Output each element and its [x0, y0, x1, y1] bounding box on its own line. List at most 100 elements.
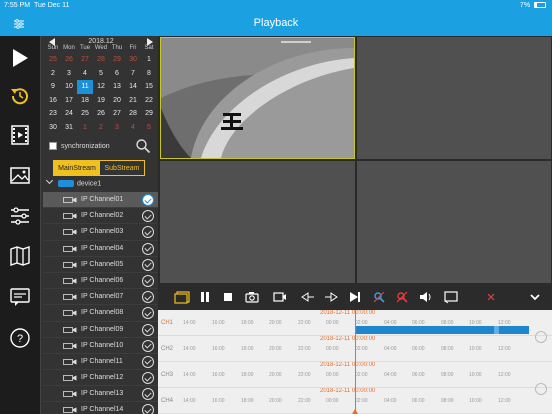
calendar-day[interactable]: 25	[45, 53, 61, 67]
video-pane-1[interactable]	[160, 37, 355, 159]
settings-sliders-icon[interactable]	[8, 204, 32, 228]
calendar-day[interactable]: 11	[77, 80, 93, 94]
channel-item[interactable]: IP Channel10	[43, 338, 158, 354]
calendar-day[interactable]: 27	[109, 107, 125, 121]
live-play-icon[interactable]	[8, 46, 32, 70]
channel-item[interactable]: IP Channel03	[43, 224, 158, 241]
channel-item[interactable]: IP Channel11	[43, 354, 158, 371]
synchronization-checkbox[interactable]	[49, 142, 57, 150]
calendar-day[interactable]: 3	[109, 121, 125, 135]
channel-item[interactable]: IP Channel04	[43, 241, 158, 257]
channel-item[interactable]: IP Channel09	[43, 322, 158, 338]
check-circle-icon[interactable]	[142, 291, 154, 304]
snapshot-icon[interactable]	[245, 290, 259, 304]
channel-item[interactable]: IP Channel02	[43, 208, 158, 225]
calendar-day[interactable]: 26	[61, 53, 77, 67]
check-circle-icon[interactable]	[142, 388, 154, 401]
calendar-day[interactable]: 9	[45, 80, 61, 94]
video-pane-3[interactable]	[160, 161, 355, 283]
folder-icon[interactable]	[174, 290, 190, 304]
check-circle-icon[interactable]	[142, 307, 154, 320]
calendar-day[interactable]: 1	[77, 121, 93, 135]
main-stream-button[interactable]: MainStream	[54, 161, 100, 175]
calendar-day[interactable]: 6	[109, 67, 125, 81]
calendar-day[interactable]: 10	[61, 80, 77, 94]
synchronization-toggle[interactable]: synchronization	[49, 142, 110, 150]
mute-icon[interactable]	[395, 290, 409, 304]
check-circle-icon[interactable]	[142, 404, 154, 414]
recording-segment[interactable]	[499, 326, 529, 334]
sub-stream-button[interactable]: SubStream	[100, 161, 144, 175]
check-circle-icon[interactable]	[142, 194, 154, 206]
channel-item[interactable]: IP Channel12	[43, 370, 158, 387]
forward-icon[interactable]	[324, 290, 338, 304]
calendar-day[interactable]: 28	[93, 53, 109, 67]
map-icon[interactable]	[8, 244, 32, 268]
calendar-day[interactable]: 30	[125, 53, 141, 67]
stop-icon[interactable]	[221, 290, 235, 304]
calendar-day[interactable]: 29	[109, 53, 125, 67]
calendar-day[interactable]: 5	[141, 121, 157, 135]
calendar-day[interactable]: 4	[125, 121, 141, 135]
calendar-day[interactable]: 23	[45, 107, 61, 121]
calendar-day[interactable]: 25	[77, 107, 93, 121]
channel-item[interactable]: IP Channel07	[43, 289, 158, 306]
calendar-day[interactable]: 22	[141, 94, 157, 108]
channel-item[interactable]: IP Channel05	[43, 257, 158, 273]
video-pane-4[interactable]	[357, 161, 551, 283]
calendar-day[interactable]: 27	[77, 53, 93, 67]
calendar-day[interactable]: 29	[141, 107, 157, 121]
recording-segment[interactable]	[356, 326, 496, 334]
calendar-day[interactable]: 2	[93, 121, 109, 135]
channel-item[interactable]: IP Channel01	[43, 192, 158, 209]
check-circle-icon[interactable]	[142, 372, 154, 385]
zoom-out-icon[interactable]	[535, 383, 547, 395]
calendar-day[interactable]: 1	[141, 53, 157, 67]
pause-icon[interactable]	[198, 290, 212, 304]
volume-icon[interactable]	[419, 290, 433, 304]
calendar-day[interactable]: 18	[77, 94, 93, 108]
chevron-down-icon[interactable]	[45, 177, 54, 185]
record-icon[interactable]	[273, 290, 287, 304]
calendar-day[interactable]: 14	[125, 80, 141, 94]
channel-item[interactable]: IP Channel06	[43, 273, 158, 290]
search-icon[interactable]	[135, 138, 151, 154]
rewind-icon[interactable]	[301, 290, 315, 304]
help-icon[interactable]: ?	[8, 326, 32, 350]
calendar-day[interactable]: 13	[109, 80, 125, 94]
calendar-day[interactable]: 15	[141, 80, 157, 94]
check-circle-icon[interactable]	[142, 274, 154, 287]
calendar-day[interactable]: 20	[109, 94, 125, 108]
calendar-day[interactable]: 8	[141, 67, 157, 81]
check-circle-icon[interactable]	[142, 242, 154, 255]
channel-item[interactable]: IP Channel14	[43, 402, 158, 414]
check-circle-icon[interactable]	[142, 210, 154, 223]
calendar-day[interactable]: 26	[93, 107, 109, 121]
playback-timeline[interactable]: CH4 2018-12-11 00:00:00 14:00 16:00 18:00 20:…	[158, 310, 552, 414]
audio-icon[interactable]	[372, 290, 386, 304]
calendar-day[interactable]: 30	[45, 121, 61, 135]
video-files-icon[interactable]	[8, 123, 32, 147]
channel-item[interactable]: IP Channel13	[43, 386, 158, 403]
channel-item[interactable]: IP Channel08	[43, 305, 158, 322]
calendar-day[interactable]: 24	[61, 107, 77, 121]
calendar-day[interactable]: 21	[125, 94, 141, 108]
calendar-day[interactable]: 5	[93, 67, 109, 81]
close-icon[interactable]	[484, 290, 498, 304]
calendar-day[interactable]: 16	[45, 94, 61, 108]
calendar-day[interactable]: 28	[125, 107, 141, 121]
calendar-day[interactable]: 4	[77, 67, 93, 81]
next-frame-icon[interactable]	[348, 290, 362, 304]
calendar-day[interactable]: 3	[61, 67, 77, 81]
calendar-day[interactable]: 31	[61, 121, 77, 135]
cast-icon[interactable]	[444, 290, 458, 304]
timeline-cursor[interactable]	[352, 310, 358, 414]
device-tree-node[interactable]: device1	[45, 177, 101, 187]
calendar-day[interactable]: 2	[45, 67, 61, 81]
check-circle-icon[interactable]	[142, 355, 154, 368]
dropdown-icon[interactable]	[528, 290, 542, 304]
calendar-day[interactable]: 19	[93, 94, 109, 108]
check-circle-icon[interactable]	[142, 323, 154, 336]
check-circle-icon[interactable]	[142, 258, 154, 271]
video-pane-2[interactable]	[357, 37, 551, 159]
